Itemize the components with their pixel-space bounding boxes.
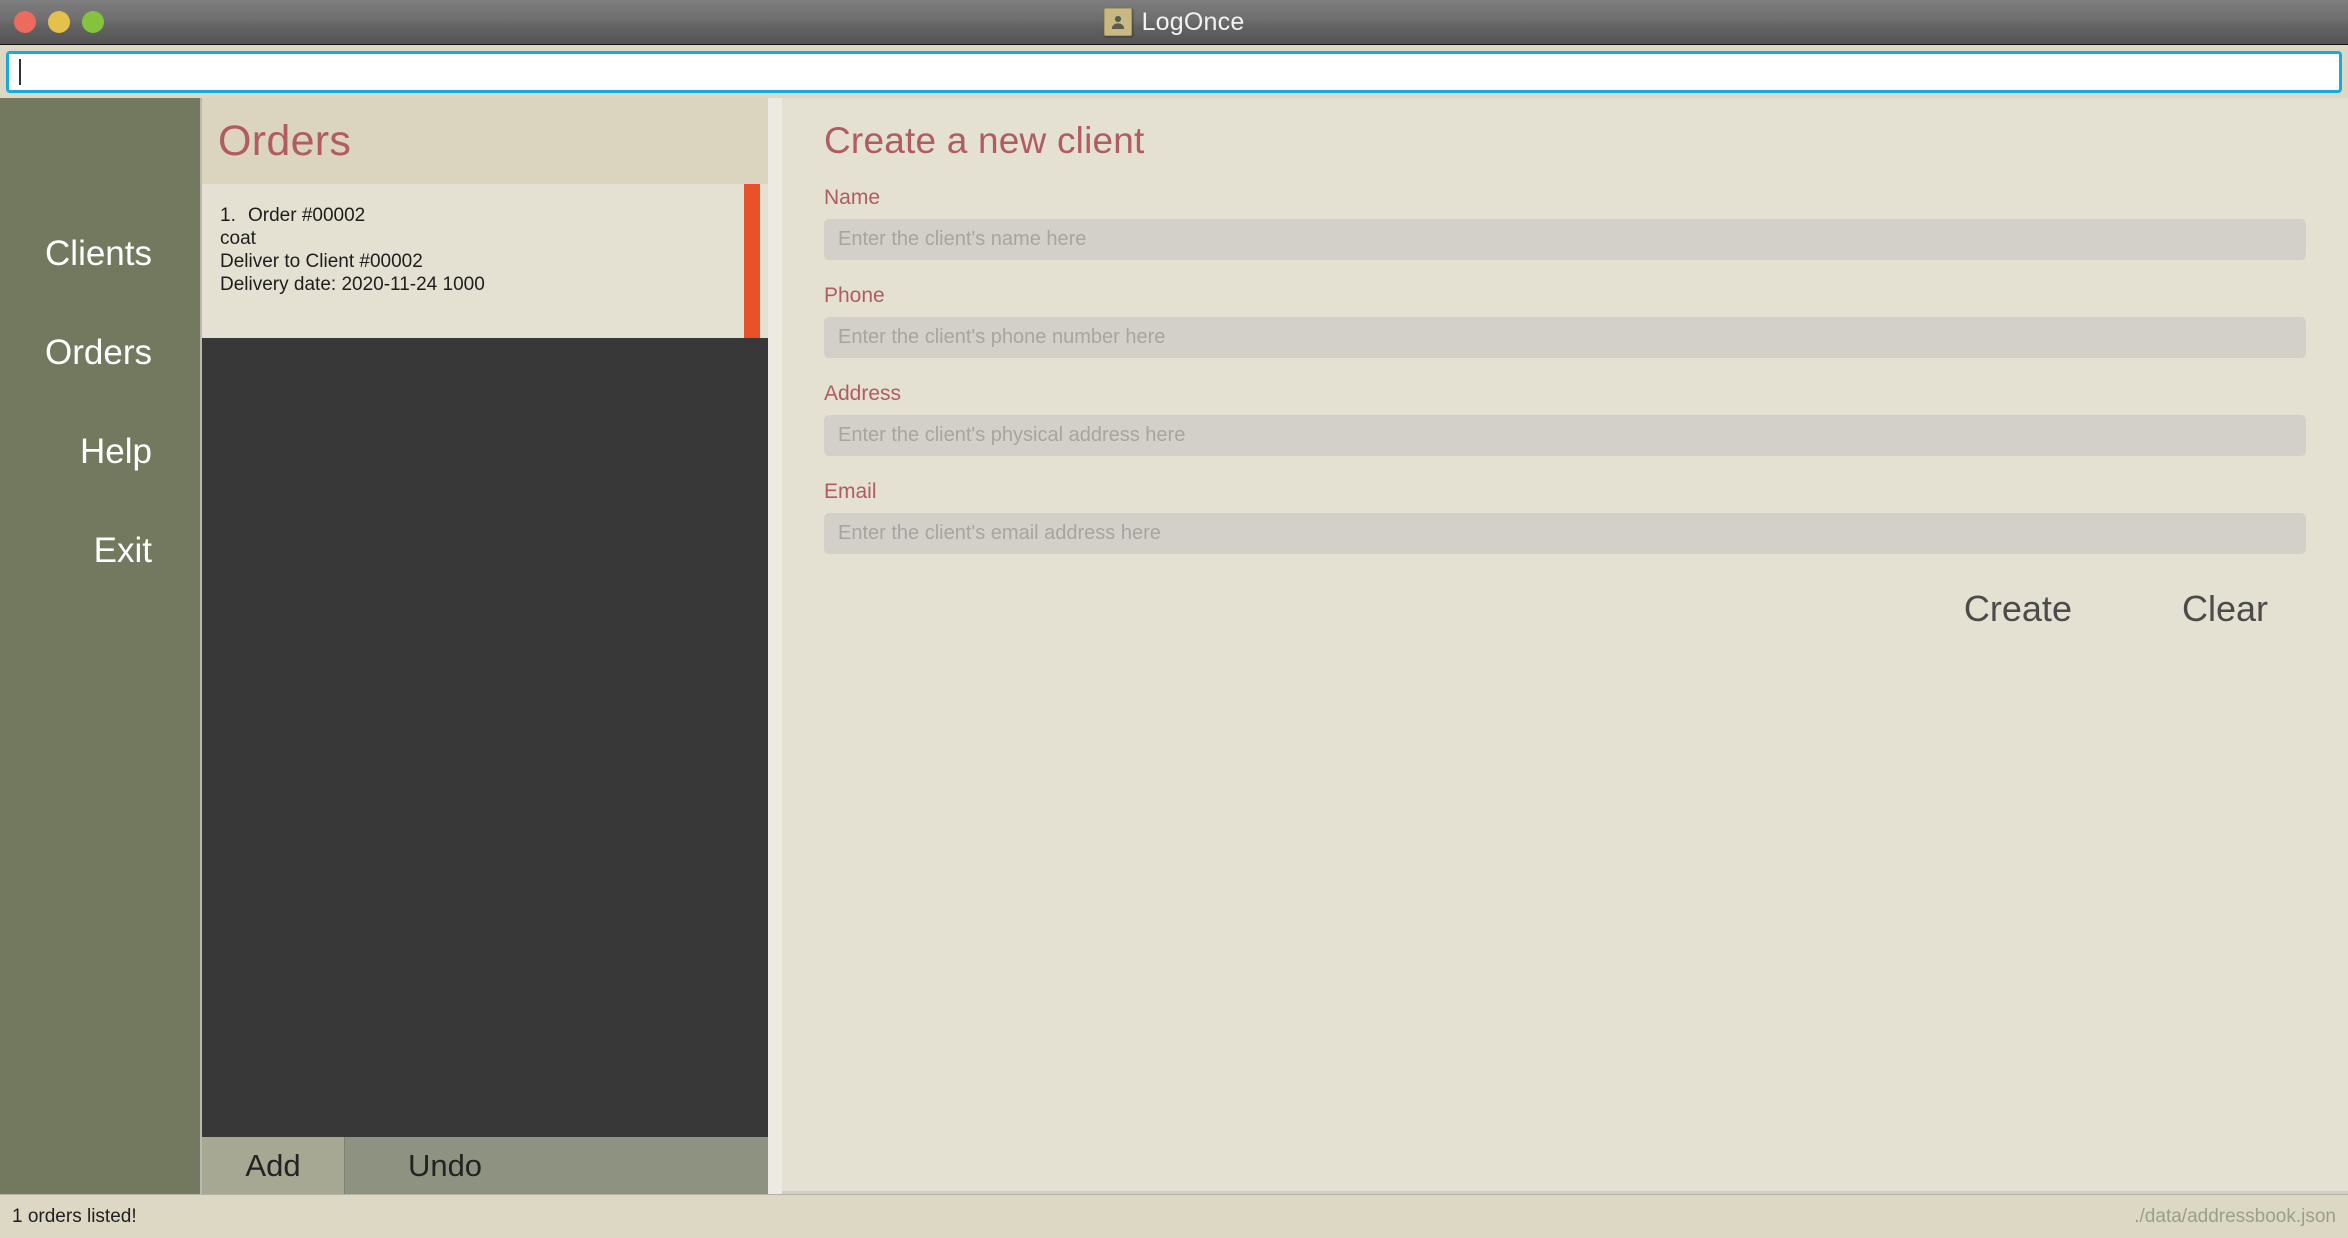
phone-field[interactable]: Enter the client's phone number here [824, 317, 2306, 358]
command-input[interactable] [6, 51, 2342, 93]
field-group-name: Name Enter the client's name here [824, 186, 2306, 260]
orders-action-bar: Add Undo [202, 1137, 768, 1194]
order-delivery-date: Delivery date: 2020-11-24 1000 [220, 274, 485, 295]
sidebar-item-help[interactable]: Help [0, 402, 200, 501]
email-placeholder: Enter the client's email address here [838, 522, 1161, 544]
sidebar: Clients Orders Help Exit [0, 98, 200, 1194]
window-controls [0, 11, 104, 33]
field-group-email: Email Enter the client's email address h… [824, 480, 2306, 554]
window-title: LogOnce [1141, 7, 1245, 36]
orders-list[interactable]: 1. Order #00002 coat Deliver to Client #… [202, 184, 768, 338]
order-title: Order #00002 [248, 205, 366, 226]
app-window: LogOnce Clients Orders Help Exit Orders [0, 0, 2348, 1238]
client-form-actions: Create Clear [824, 588, 2306, 630]
orders-column: Orders 1. Order #00002 coat Deliver to C… [200, 98, 768, 1194]
text-caret [19, 59, 21, 85]
phone-label: Phone [824, 284, 885, 307]
status-message: 1 orders listed! [12, 1205, 137, 1227]
panel-divider [768, 98, 782, 1194]
create-client-panel: Create a new client Name Enter the clien… [782, 98, 2348, 1194]
create-button[interactable]: Create [1964, 588, 2072, 630]
name-field[interactable]: Enter the client's name here [824, 219, 2306, 260]
close-button[interactable] [14, 11, 36, 33]
field-group-phone: Phone Enter the client's phone number he… [824, 284, 2306, 358]
sidebar-item-exit[interactable]: Exit [0, 501, 200, 600]
command-bar-container [0, 45, 2348, 98]
add-button[interactable]: Add [202, 1137, 345, 1194]
orders-header: Orders [202, 98, 768, 184]
status-file-path: ./data/addressbook.json [2134, 1205, 2336, 1227]
order-title-line: 1. Order #00002 [220, 204, 768, 227]
sidebar-item-clients[interactable]: Clients [0, 204, 200, 303]
name-placeholder: Enter the client's name here [838, 228, 1087, 250]
order-client: Deliver to Client #00002 [220, 251, 423, 272]
order-product: coat [220, 228, 256, 249]
order-index: 1. [220, 205, 236, 226]
phone-placeholder: Enter the client's phone number here [838, 326, 1166, 348]
main-body: Clients Orders Help Exit Orders 1. Order… [0, 98, 2348, 1194]
status-bar: 1 orders listed! ./data/addressbook.json [0, 1194, 2348, 1238]
window-title-group: LogOnce [0, 0, 2348, 44]
clear-button[interactable]: Clear [2182, 588, 2268, 630]
action-bar-filler [545, 1137, 768, 1194]
order-list-item[interactable]: 1. Order #00002 coat Deliver to Client #… [220, 204, 768, 296]
maximize-button[interactable] [82, 11, 104, 33]
orders-empty-area [202, 338, 768, 1137]
orders-scrollbar-thumb[interactable] [744, 184, 760, 338]
email-field[interactable]: Enter the client's email address here [824, 513, 2306, 554]
orders-title: Orders [218, 116, 352, 165]
email-label: Email [824, 480, 877, 503]
window-titlebar: LogOnce [0, 0, 2348, 45]
address-placeholder: Enter the client's physical address here [838, 424, 1186, 446]
orders-scrollbar-track[interactable] [744, 184, 760, 338]
create-client-title: Create a new client [824, 120, 1145, 161]
field-group-address: Address Enter the client's physical addr… [824, 382, 2306, 456]
name-label: Name [824, 186, 881, 209]
undo-button[interactable]: Undo [345, 1137, 545, 1194]
minimize-button[interactable] [48, 11, 70, 33]
address-label: Address [824, 382, 902, 405]
contact-person-icon [1103, 8, 1132, 36]
sidebar-item-orders[interactable]: Orders [0, 303, 200, 402]
address-field[interactable]: Enter the client's physical address here [824, 415, 2306, 456]
